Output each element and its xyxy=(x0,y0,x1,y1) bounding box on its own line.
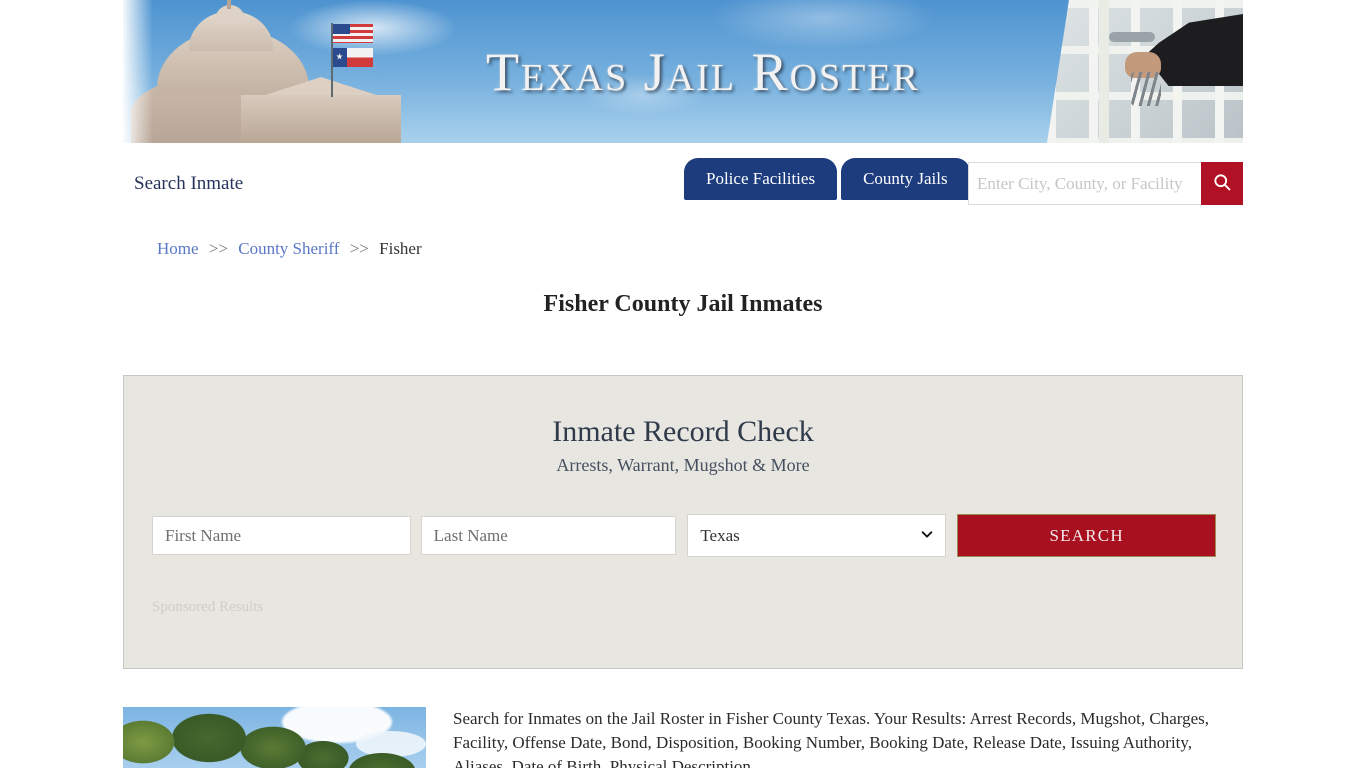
nav-tabs: Police Facilities County Jails xyxy=(684,158,970,200)
sponsored-results-label: Sponsored Results xyxy=(152,599,264,615)
page-title: Fisher County Jail Inmates xyxy=(543,291,823,317)
facility-search-group xyxy=(968,162,1243,205)
breadcrumb-item-county-sheriff[interactable]: County Sheriff xyxy=(238,239,339,258)
breadcrumb: Home >> County Sheriff >> Fisher xyxy=(157,239,422,259)
breadcrumb-item-home[interactable]: Home xyxy=(157,239,199,258)
state-select-wrapper: Texas xyxy=(687,514,947,557)
inmate-record-check-panel: Inmate Record Check Arrests, Warrant, Mu… xyxy=(123,375,1243,669)
nav-brand-label: Search Inmate xyxy=(134,173,244,194)
last-name-input[interactable] xyxy=(420,516,677,555)
state-select[interactable]: Texas xyxy=(687,514,947,557)
county-description-text: Search for Inmates on the Jail Roster in… xyxy=(453,709,1210,768)
breadcrumb-item-current: Fisher xyxy=(379,239,422,258)
breadcrumb-separator: >> xyxy=(349,239,369,258)
tree-foliage xyxy=(336,738,426,768)
facility-search-button[interactable] xyxy=(1201,162,1243,205)
inmate-search-button[interactable]: SEARCH xyxy=(957,514,1216,557)
page-root: Texas Jail Roster Search Inmate Police F… xyxy=(0,0,1366,768)
site-banner: Texas Jail Roster xyxy=(123,0,1243,143)
tab-county-jails[interactable]: County Jails xyxy=(841,158,970,200)
first-name-input[interactable] xyxy=(152,516,411,555)
breadcrumb-separator: >> xyxy=(208,239,228,258)
panel-heading: Inmate Record Check xyxy=(552,415,814,448)
facility-search-input[interactable] xyxy=(968,162,1201,205)
tab-police-facilities[interactable]: Police Facilities xyxy=(684,158,838,200)
inmate-search-form: Texas SEARCH xyxy=(152,514,1216,557)
top-nav: Search Inmate Police Facilities County J… xyxy=(123,143,1243,223)
site-title: Texas Jail Roster xyxy=(486,41,920,102)
panel-subheading: Arrests, Warrant, Mugshot & More xyxy=(556,455,810,475)
tree-foliage xyxy=(123,712,363,768)
search-icon xyxy=(1212,172,1232,195)
county-thumbnail-image[interactable] xyxy=(123,707,426,768)
